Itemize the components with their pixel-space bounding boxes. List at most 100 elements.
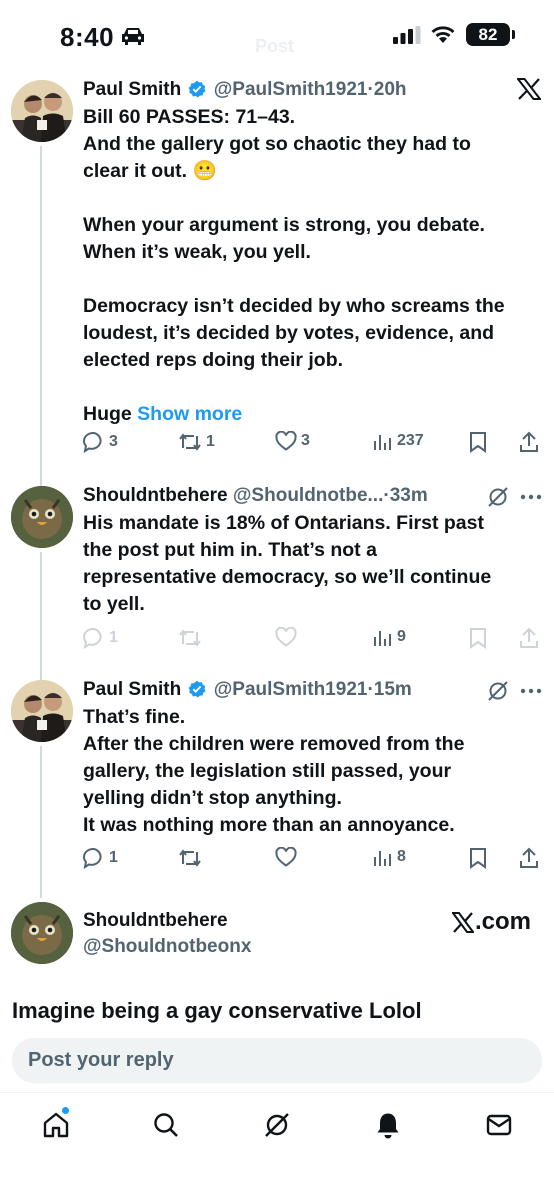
battery-level: 82 — [466, 23, 510, 46]
reply-icon — [83, 431, 102, 453]
show-more-link[interactable]: Show more — [137, 403, 242, 425]
tweet-header: Paul Smith @PaulSmith1921·15m — [83, 678, 543, 702]
search-icon — [154, 1113, 178, 1137]
bottom-nav — [0, 1092, 554, 1201]
share-icon — [520, 847, 538, 868]
views-button[interactable]: 9 — [373, 627, 406, 647]
like-button[interactable] — [275, 627, 297, 647]
repost-icon — [179, 433, 201, 451]
more-icon[interactable] — [520, 688, 542, 694]
share-button[interactable] — [519, 627, 539, 649]
tweet-line: gallery, the legislation still passed, y… — [83, 760, 452, 782]
views-icon — [374, 435, 391, 450]
tweet-time[interactable]: 15m — [374, 679, 412, 700]
nav-messages[interactable] — [485, 1111, 513, 1144]
nav-grok[interactable] — [263, 1111, 291, 1144]
author-name[interactable]: Shouldntbehere — [83, 910, 228, 931]
bookmark-button[interactable] — [469, 847, 487, 869]
nav-search[interactable] — [152, 1111, 180, 1144]
tweet[interactable]: Shouldntbehere @Shouldnotbe...·33m His m… — [83, 484, 543, 618]
share-icon — [520, 627, 538, 648]
avatar[interactable] — [11, 80, 73, 142]
author-handle[interactable]: @Shouldnotbe... — [233, 485, 383, 506]
repost-button[interactable]: 1 — [178, 431, 215, 453]
avatar[interactable] — [11, 680, 73, 742]
reply-button[interactable]: 1 — [83, 627, 118, 649]
author-name[interactable]: Shouldntbehere — [83, 485, 228, 506]
messages-icon — [486, 1114, 512, 1136]
tweet-line: When your argument is strong, you debate… — [83, 214, 485, 236]
overlay-caption: Imagine being a gay conservative Lolol — [12, 998, 422, 1023]
tweet-line: His mandate is 18% of Ontarians. First p… — [83, 512, 484, 534]
author-name[interactable]: Paul Smith — [83, 679, 181, 700]
car-icon — [122, 28, 144, 45]
page-header-title: Post — [255, 36, 295, 56]
tweet-line: When it’s weak, you yell. — [83, 241, 311, 263]
avatar[interactable] — [11, 902, 73, 964]
thread-line — [40, 746, 42, 898]
tweet-line: After the children were removed from the — [83, 733, 465, 755]
like-count: 3 — [301, 432, 310, 449]
heart-icon — [275, 627, 297, 647]
watermark-text: .com — [475, 908, 532, 935]
reply-icon — [83, 847, 102, 869]
tweet-actions: 3 1 3 237 — [83, 431, 543, 455]
repost-icon — [179, 849, 201, 867]
bookmark-icon — [470, 628, 486, 649]
repost-button[interactable] — [178, 847, 202, 869]
views-icon — [374, 631, 391, 646]
tweet-line: the post put him in. That’s not a — [83, 539, 377, 561]
wifi-icon — [431, 26, 455, 43]
avatar[interactable] — [11, 486, 73, 548]
share-button[interactable] — [519, 431, 539, 453]
tweet-line: It was nothing more than an annoyance. — [83, 814, 455, 836]
nav-notifications[interactable] — [374, 1111, 402, 1144]
more-icon[interactable] — [520, 494, 542, 500]
tweet-line: loudest, it’s decided by votes, evidence… — [83, 322, 495, 344]
reply-count: 3 — [109, 433, 118, 450]
tweet-header: Paul Smith @PaulSmith1921·20h — [83, 78, 543, 102]
tweet[interactable]: Paul Smith @PaulSmith1921·20h Bill 60 PA… — [83, 78, 543, 428]
share-icon — [520, 431, 538, 452]
bookmark-button[interactable] — [469, 627, 487, 649]
views-button[interactable]: 8 — [373, 847, 406, 867]
truncated-word: Huge — [83, 403, 132, 425]
tweet-line: elected reps doing their job. — [83, 349, 344, 371]
tweet-text: Bill 60 PASSES: 71–43. And the gallery g… — [83, 104, 543, 428]
tweet-header: Shouldntbehere @Shouldnotbe...·33m — [83, 484, 543, 508]
grok-icon — [265, 1113, 289, 1137]
grok-icon[interactable] — [487, 680, 509, 702]
nav-home[interactable] — [42, 1107, 70, 1144]
reply-button[interactable]: 3 — [83, 431, 118, 453]
tweet[interactable]: Paul Smith @PaulSmith1921·15m That’s fin… — [83, 678, 543, 839]
share-button[interactable] — [519, 847, 539, 869]
tweet-line: clear it out. 😬 — [83, 160, 217, 182]
bookmark-button[interactable] — [469, 431, 487, 453]
tweet-time[interactable]: 20h — [374, 79, 407, 100]
reply-button[interactable]: 1 — [83, 847, 118, 869]
author-handle[interactable]: @PaulSmith1921 — [214, 679, 368, 700]
views-button[interactable]: 237 — [373, 431, 424, 451]
verified-badge-icon — [188, 80, 206, 98]
notification-dot — [62, 1107, 69, 1114]
author-handle[interactable]: @Shouldnotbeonx — [83, 936, 251, 957]
views-icon — [374, 851, 391, 866]
author-handle[interactable]: @PaulSmith1921 — [214, 79, 368, 100]
tweet-line: Democracy isn’t decided by who screams t… — [83, 295, 505, 317]
tweet-line: That’s fine. — [83, 706, 186, 728]
status-bar: Post 8:40 82 — [0, 0, 554, 72]
tweet-text: That’s fine. After the children were rem… — [83, 704, 543, 839]
like-button[interactable] — [275, 847, 297, 867]
tweet-actions: 1 9 — [83, 627, 543, 651]
author-name[interactable]: Paul Smith — [83, 79, 181, 100]
reply-input[interactable]: Post your reply — [12, 1038, 542, 1083]
tweet-line: representative democracy, so we’ll conti… — [83, 566, 492, 588]
tweet-text: His mandate is 18% of Ontarians. First p… — [83, 510, 543, 618]
repost-button[interactable] — [178, 627, 202, 649]
grok-icon[interactable] — [487, 486, 509, 508]
verified-badge-icon — [188, 680, 206, 698]
repost-count: 1 — [206, 433, 215, 450]
tweet-time[interactable]: 33m — [390, 485, 428, 506]
tweet-line: yelling didn’t stop anything. — [83, 787, 342, 809]
like-button[interactable]: 3 — [275, 431, 310, 451]
